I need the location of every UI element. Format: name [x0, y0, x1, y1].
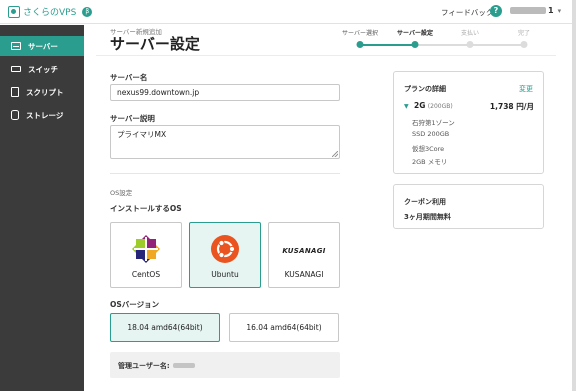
- admin-user-field: 管理ユーザー名:: [110, 352, 340, 378]
- server-description-textarea[interactable]: プライマリMX: [110, 125, 340, 159]
- progress-stepper: サーバー選択 サーバー設定 支払い 完了: [338, 28, 538, 50]
- plan-price: 1,738 円/月: [489, 102, 534, 111]
- os-version-option[interactable]: 18.04 amd64(64bit): [110, 313, 220, 342]
- admin-user-label: 管理ユーザー名:: [118, 362, 170, 370]
- sidebar-item-label: ストレージ: [26, 110, 64, 120]
- sidebar: サーバー スイッチ スクリプト ストレージ: [0, 25, 84, 391]
- help-icon[interactable]: ?: [490, 5, 502, 17]
- coupon-panel: クーポン利用 3ヶ月期間無料: [393, 184, 544, 229]
- plan-spec: 2GB メモリ: [412, 158, 448, 166]
- window-gutter: [572, 0, 576, 391]
- os-section-label: OS設定: [110, 189, 133, 197]
- os-option-ubuntu[interactable]: Ubuntu: [189, 222, 261, 288]
- user-name-suffix: 1: [548, 6, 554, 15]
- script-icon: [11, 87, 19, 97]
- os-version-option[interactable]: 16.04 amd64(64bit): [229, 313, 339, 342]
- step-dot: [466, 41, 474, 48]
- beta-badge: β: [82, 6, 93, 17]
- step-dot: [520, 41, 528, 48]
- header-divider: [96, 55, 556, 56]
- kusanagi-logo: KUSANAGI: [282, 247, 326, 255]
- sakura-logo-icon: [8, 5, 20, 18]
- step-dot: [356, 41, 364, 48]
- resize-handle-icon[interactable]: [332, 151, 338, 157]
- server-description-label: サーバー説明: [110, 114, 155, 123]
- sidebar-item-storage[interactable]: ストレージ: [0, 105, 84, 125]
- page-title: サーバー設定: [110, 35, 200, 53]
- os-option-centos[interactable]: CentOS: [110, 222, 182, 288]
- server-name-label: サーバー名: [110, 73, 148, 82]
- plan-size: 2G: [414, 101, 426, 110]
- app-window: さくらのVPS β フィードバック ? 1 ▾ サーバー スイッチ スクリプト …: [0, 0, 572, 391]
- user-name-redacted: [510, 7, 546, 14]
- server-name-input[interactable]: nexus99.downtown.jp: [110, 84, 340, 101]
- app-logo[interactable]: さくらのVPS β: [8, 5, 93, 18]
- storage-icon: [11, 110, 19, 120]
- plan-spec: 石狩第1ゾーン: [412, 119, 455, 127]
- top-bar: さくらのVPS β フィードバック ? 1 ▾: [0, 0, 572, 24]
- change-plan-link[interactable]: 変更: [519, 84, 533, 94]
- plan-spec: 仮想3Core: [412, 145, 445, 153]
- server-icon: [11, 42, 21, 50]
- install-os-label: インストールするOS: [110, 204, 182, 213]
- switch-icon: [11, 66, 21, 72]
- step-label: 完了: [517, 30, 531, 37]
- step-label: 支払い: [460, 30, 480, 37]
- user-menu[interactable]: 1 ▾: [510, 6, 561, 15]
- sidebar-item-script[interactable]: スクリプト: [0, 82, 84, 102]
- os-option-kusanagi[interactable]: KUSANAGI KUSANAGI: [268, 222, 340, 288]
- os-option-label: CentOS: [131, 270, 161, 279]
- plan-size-detail: (200GB): [427, 103, 453, 110]
- step-dot: [411, 41, 419, 48]
- sidebar-item-label: サーバー: [28, 41, 58, 51]
- step-label: サーバー選択: [342, 30, 378, 37]
- feedback-link[interactable]: フィードバック: [441, 7, 493, 18]
- ubuntu-logo-icon: [210, 234, 240, 264]
- plan-spec: SSD 200GB: [412, 130, 450, 138]
- sidebar-item-label: スイッチ: [28, 64, 58, 74]
- admin-user-redacted: [173, 363, 195, 368]
- os-version-label: OSバージョン: [110, 300, 160, 309]
- sidebar-item-label: スクリプト: [26, 87, 64, 97]
- logo-text: さくらのVPS: [23, 8, 77, 18]
- chevron-down-icon: ▾: [557, 6, 562, 15]
- step-label: サーバー設定: [397, 30, 433, 37]
- centos-logo-icon: [131, 234, 161, 264]
- plan-details-panel: プランの詳細 変更 ▼ 2G (200GB) 1,738 円/月 石狩第1ゾーン…: [393, 71, 544, 174]
- sidebar-item-switch[interactable]: スイッチ: [0, 59, 84, 79]
- os-option-label: Ubuntu: [211, 270, 239, 279]
- coupon-title: クーポン利用: [404, 198, 446, 206]
- plan-summary-row[interactable]: ▼ 2G (200GB) 1,738 円/月: [404, 101, 534, 111]
- caret-down-icon: ▼: [404, 103, 409, 110]
- section-divider: [110, 173, 340, 174]
- step-connector: [360, 44, 415, 46]
- sidebar-item-server[interactable]: サーバー: [0, 36, 84, 56]
- server-description-value: プライマリMX: [117, 130, 167, 139]
- coupon-description: 3ヶ月期間無料: [404, 213, 451, 221]
- plan-details-title: プランの詳細: [404, 85, 446, 93]
- os-option-label: KUSANAGI: [284, 270, 324, 279]
